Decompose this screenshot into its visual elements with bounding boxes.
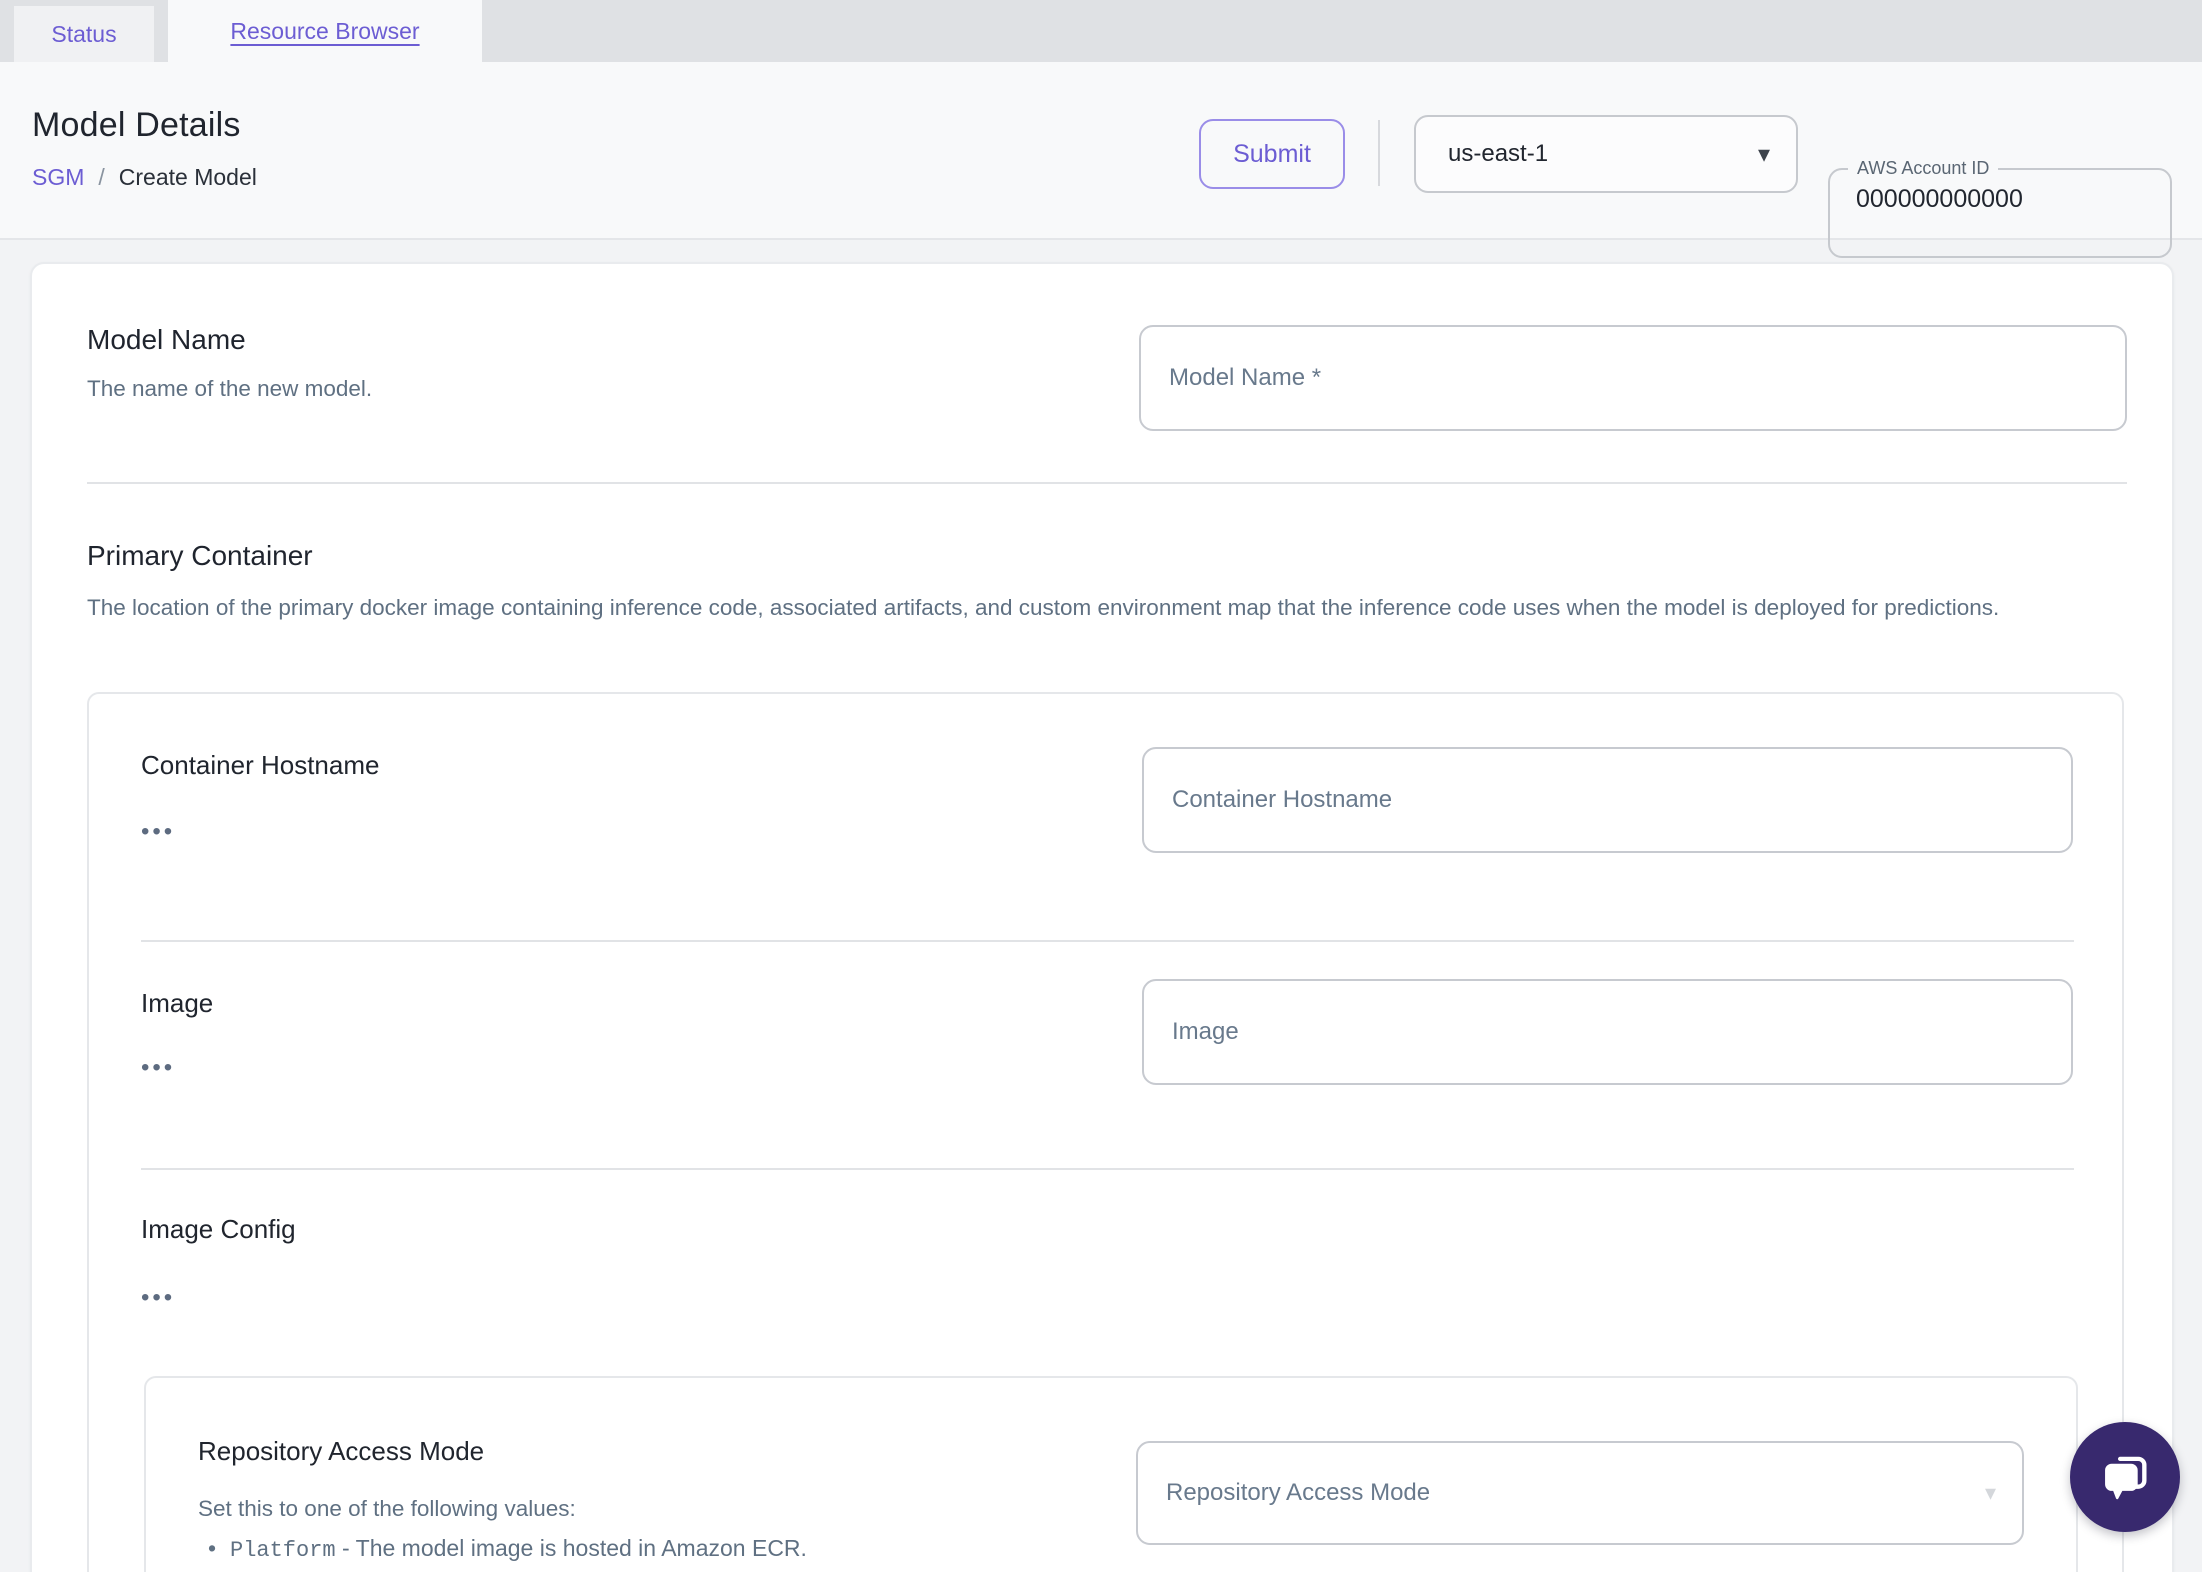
tab-status-label: Status: [51, 20, 117, 47]
primary-container-heading: Primary Container: [87, 540, 313, 571]
image-expander-dots-icon[interactable]: •••: [141, 1056, 175, 1080]
repository-access-mode-select-placeholder: Repository Access Mode: [1166, 1479, 1431, 1506]
model-details-card: Model Name The name of the new model. Pr…: [30, 262, 2174, 1572]
container-hostname-label: Container Hostname: [141, 750, 380, 780]
chat-bubbles-icon: [2105, 1456, 2147, 1500]
aws-account-id-fieldset: AWS Account ID: [1828, 158, 2172, 258]
image-input[interactable]: [1142, 979, 2073, 1085]
field-divider: [141, 1168, 2074, 1170]
page-title: Model Details: [32, 106, 241, 144]
image-config-label: Image Config: [141, 1214, 296, 1244]
image-label: Image: [141, 988, 214, 1018]
model-name-label: Model Name: [87, 324, 246, 355]
repository-access-mode-options-doc: Platform - The model image is hosted in …: [202, 1532, 981, 1572]
model-name-description: The name of the new model.: [87, 376, 373, 401]
tab-resource-browser[interactable]: Resource Browser: [168, 0, 482, 62]
region-select[interactable]: us-east-1 ▾: [1414, 115, 1798, 193]
image-config-panel: Repository Access Mode Set this to one o…: [144, 1376, 2078, 1572]
submit-button[interactable]: Submit: [1199, 119, 1345, 189]
breadcrumb-current: Create Model: [118, 164, 257, 190]
chat-widget-button[interactable]: [2070, 1422, 2180, 1532]
container-hostname-expander-dots-icon[interactable]: •••: [141, 820, 175, 844]
region-select-value: us-east-1: [1448, 140, 1549, 167]
header-divider: [1378, 120, 1380, 186]
page-header: Model Details SGM / Create Model Submit us…: [0, 62, 2202, 258]
image-config-expander-dots-icon[interactable]: •••: [141, 1286, 175, 1310]
repository-access-mode-select[interactable]: Repository Access Mode ▾: [1136, 1441, 2024, 1545]
primary-container-description: The location of the primary docker image…: [87, 595, 2000, 620]
breadcrumb-separator: /: [98, 164, 105, 190]
repository-access-mode-label: Repository Access Mode: [198, 1436, 485, 1466]
aws-account-id-label: AWS Account ID: [1857, 158, 1990, 178]
chevron-down-icon: ▾: [1757, 140, 1770, 168]
chevron-down-icon: ▾: [1984, 1480, 1996, 1505]
tab-status[interactable]: Status: [14, 6, 154, 62]
tab-bar: Status Resource Browser: [0, 0, 2202, 62]
primary-container-panel: Container Hostname ••• Image ••• Image C…: [87, 692, 2124, 1572]
section-divider: [87, 482, 2127, 484]
option-text: - The model image is hosted in Amazon EC…: [335, 1535, 807, 1561]
field-divider: [141, 940, 2074, 942]
breadcrumb: SGM / Create Model: [32, 164, 257, 191]
breadcrumb-root-link[interactable]: SGM: [32, 164, 84, 190]
option-doc-vpc: Vpc - The model image is hosted in a pri…: [202, 1567, 981, 1572]
aws-account-id-input[interactable]: [1856, 185, 2146, 214]
tab-resource-browser-label: Resource Browser: [230, 17, 420, 44]
repository-access-mode-intro: Set this to one of the following values:: [198, 1496, 576, 1521]
container-hostname-input[interactable]: [1142, 747, 2073, 853]
option-doc-platform: Platform - The model image is hosted in …: [202, 1532, 981, 1567]
model-name-input[interactable]: [1139, 325, 2127, 431]
option-code: Platform: [230, 1538, 336, 1563]
